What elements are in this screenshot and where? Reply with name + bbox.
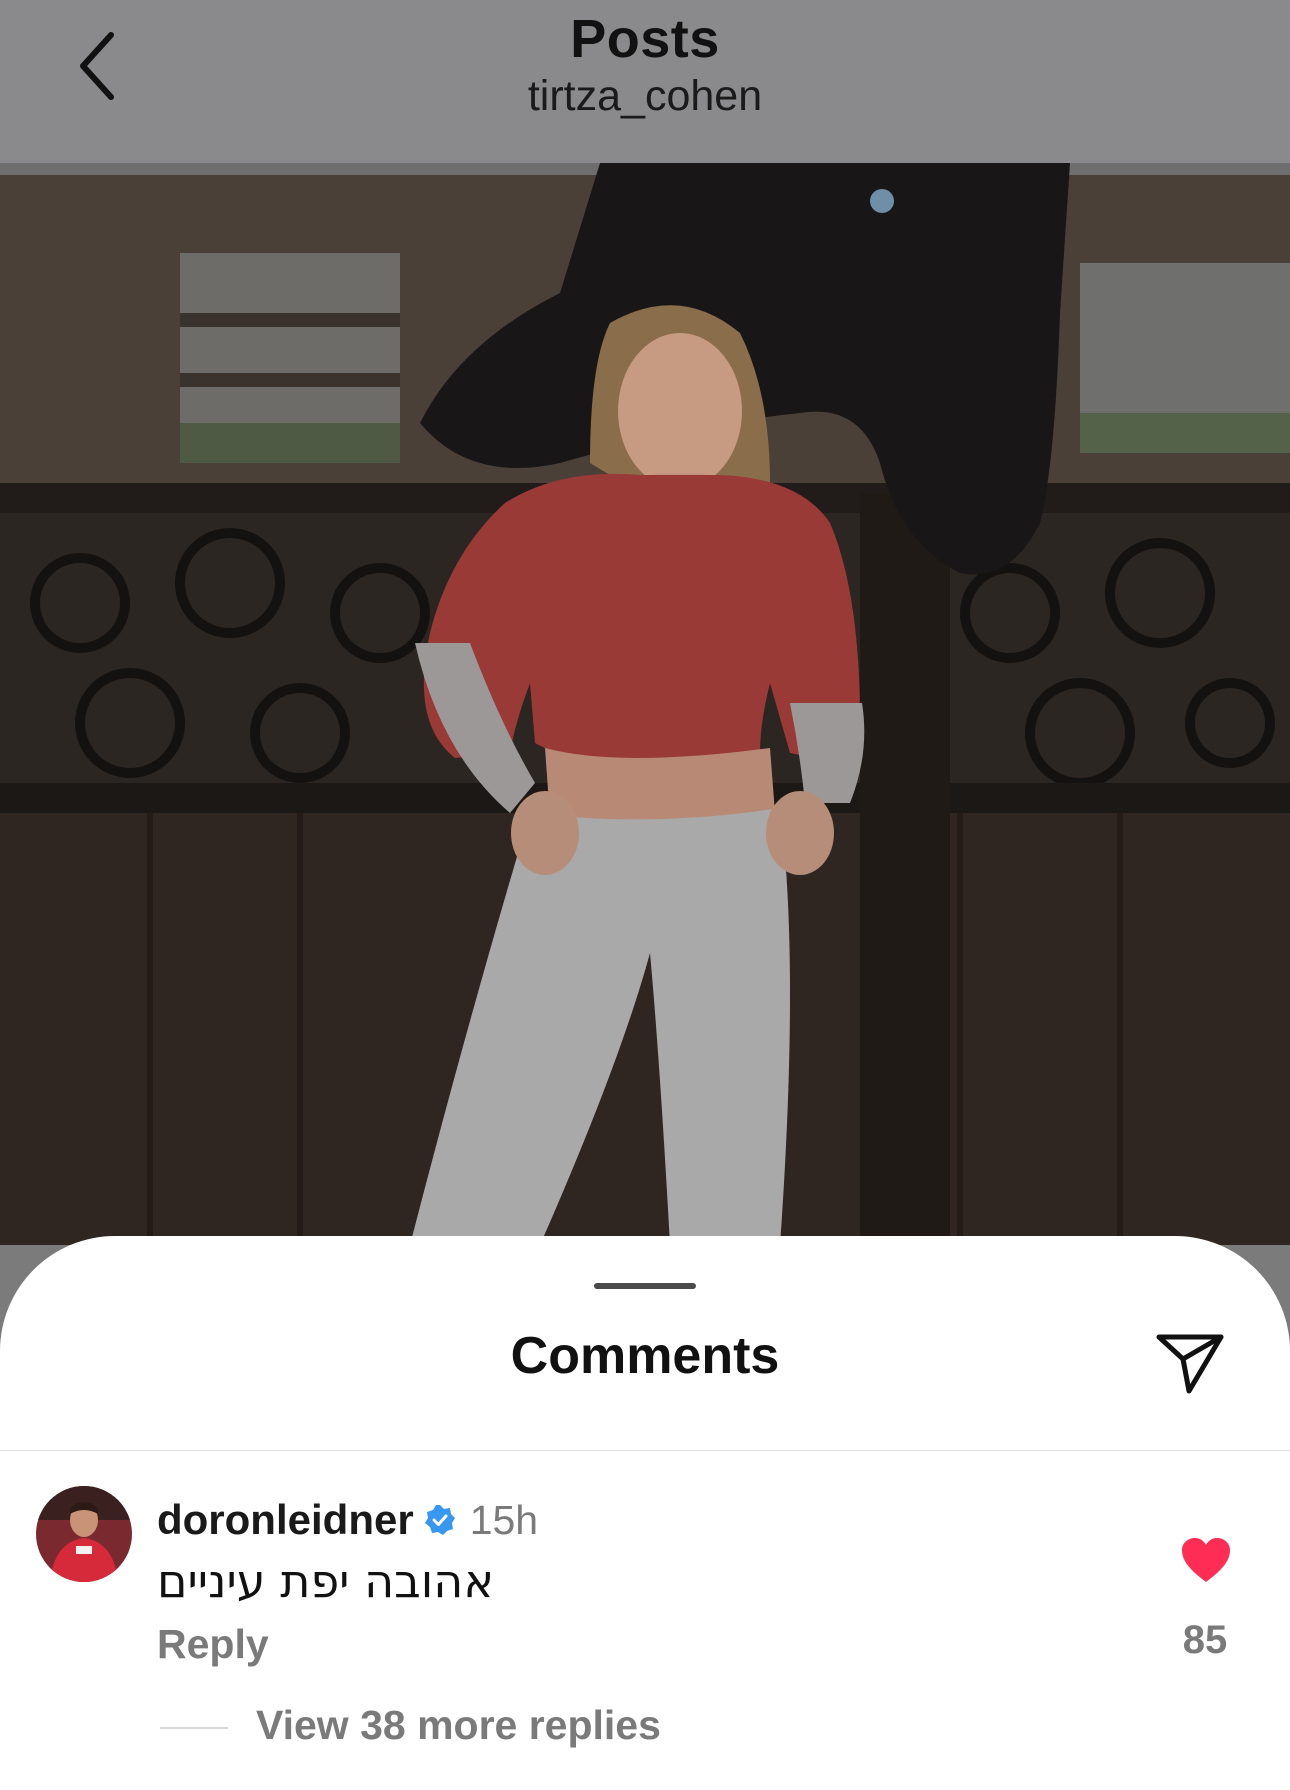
share-button[interactable] <box>1150 1324 1230 1404</box>
comment-meta: doronleidner 15h <box>157 1496 538 1544</box>
post-image <box>0 163 1290 1245</box>
verified-badge-icon <box>424 1504 456 1536</box>
header-divider <box>0 1450 1290 1451</box>
post-photo[interactable] <box>0 163 1290 1245</box>
page-title: Posts <box>570 9 720 69</box>
view-replies-button[interactable]: View 38 more replies <box>256 1702 661 1749</box>
replies-divider <box>160 1727 228 1729</box>
comments-title: Comments <box>510 1327 780 1385</box>
reply-button[interactable]: Reply <box>157 1621 269 1668</box>
profile-username[interactable]: tirtza_cohen <box>0 72 1290 121</box>
comments-sheet: Comments doronleidner 15h אהובה יפת עיני… <box>0 1236 1290 1790</box>
avatar[interactable] <box>36 1486 132 1582</box>
comment-timestamp: 15h <box>469 1496 539 1543</box>
comment-text: אהובה יפת עיניים <box>157 1554 495 1608</box>
comment-username[interactable]: doronleidner <box>157 1496 414 1544</box>
top-header: Posts tirtza_cohen <box>0 0 1290 163</box>
user-avatar-icon <box>36 1486 132 1582</box>
screen: Posts tirtza_cohen Comments doronleidner… <box>0 0 1290 1790</box>
send-icon <box>1156 1334 1224 1394</box>
like-button[interactable] <box>1180 1536 1232 1584</box>
sheet-grabber[interactable] <box>594 1283 696 1289</box>
comment-item: doronleidner 15h אהובה יפת עיניים Reply … <box>0 1486 1290 1786</box>
like-count: 85 <box>1182 1618 1228 1662</box>
heart-filled-icon <box>1182 1538 1230 1582</box>
